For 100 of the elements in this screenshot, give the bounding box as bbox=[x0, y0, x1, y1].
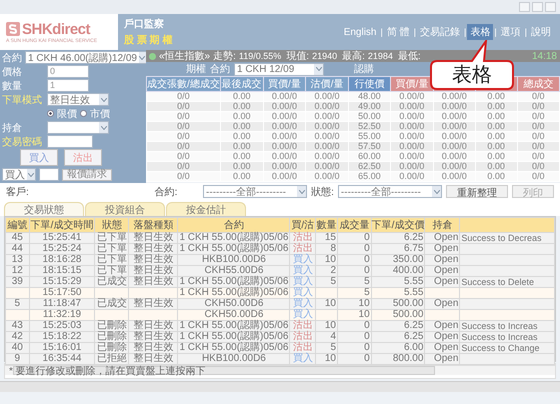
table-cell: 0/0 bbox=[146, 112, 220, 122]
table-cell: 42 bbox=[6, 332, 30, 342]
status-filter-dropdown[interactable]: ---------全部--------- bbox=[338, 185, 442, 198]
product-title: 股 票 期 權 bbox=[124, 34, 174, 47]
dropdown[interactable]: 整日生效 bbox=[47, 93, 109, 106]
table-cell: 39 bbox=[6, 276, 30, 288]
radio-button[interactable] bbox=[47, 110, 54, 117]
column-header: 下單/成交價 bbox=[371, 218, 425, 232]
column-header: 下單/成交時間 bbox=[29, 218, 95, 232]
tab[interactable]: 投資組合 bbox=[85, 202, 165, 216]
divider-text: | bbox=[464, 27, 466, 37]
table-cell: 13 bbox=[6, 254, 30, 266]
radio-label: 市價 bbox=[90, 108, 110, 120]
close-button[interactable] bbox=[545, 2, 556, 12]
divider-text: | bbox=[380, 27, 383, 37]
field-label: 持倉 bbox=[2, 122, 23, 134]
nav-link[interactable]: English bbox=[340, 26, 380, 38]
table-cell: 已刪除 bbox=[94, 332, 129, 342]
table-cell: 整日生效 bbox=[128, 298, 178, 310]
sell-button[interactable]: 沽出 bbox=[64, 149, 102, 166]
client-label: 客戶: bbox=[6, 186, 29, 198]
tab[interactable]: 按金估計 bbox=[166, 202, 246, 216]
table-cell: 0/0 bbox=[146, 152, 220, 162]
call-label: 認購 bbox=[354, 62, 374, 76]
field-label: 下單模式 bbox=[2, 94, 43, 106]
table-cell: Success to Change bbox=[460, 342, 554, 354]
field-label: 合約 bbox=[2, 52, 22, 64]
callout-text: 表格 bbox=[452, 64, 492, 86]
caret-icon bbox=[139, 56, 146, 60]
column-header: 沽價/量 bbox=[306, 76, 348, 92]
column-header: 持倉 bbox=[424, 218, 460, 232]
table-cell: 44 bbox=[6, 244, 30, 254]
table-cell: 1 CKH 55.00(認購)05/06 bbox=[178, 244, 290, 254]
table-cell bbox=[6, 310, 30, 320]
index-name: «恒生指數» bbox=[159, 50, 210, 63]
table-cell: 已下單 bbox=[94, 266, 129, 276]
input-field[interactable]: 1 bbox=[47, 79, 89, 92]
contract-filter-dropdown[interactable]: ---------全部--------- bbox=[203, 185, 308, 198]
table-cell: 0/0 bbox=[146, 92, 220, 102]
table-cell bbox=[6, 288, 30, 298]
contract-label: 合約 bbox=[210, 63, 230, 76]
refresh-button[interactable]: 重新整理 bbox=[446, 185, 508, 198]
table-cell: 買入 bbox=[290, 288, 316, 298]
table-cell: Success to Increas bbox=[460, 332, 554, 342]
divider-text: | bbox=[494, 27, 497, 37]
table-cell: Success to Increas bbox=[460, 320, 554, 332]
nav-link[interactable]: 简 體 bbox=[384, 24, 413, 40]
caret-icon bbox=[434, 190, 440, 194]
caret-icon bbox=[100, 98, 106, 102]
table-cell: 5 bbox=[6, 298, 30, 310]
table-cell: 已刪除 bbox=[94, 342, 129, 354]
table-cell: 0/0 bbox=[146, 102, 220, 112]
field-label: 數量 bbox=[2, 80, 23, 92]
table-cell: 整日生效 bbox=[128, 354, 178, 364]
column-header: 行使價 bbox=[348, 76, 391, 92]
table-cell: 1 CKH 55.00(認購)05/06 bbox=[178, 320, 290, 332]
divider-text: | bbox=[414, 27, 416, 37]
table-cell: 1 CKH 55.00(認購)05/06 bbox=[178, 288, 290, 298]
table-cell: 已成交 bbox=[94, 276, 129, 288]
horizontal-scrollbar[interactable] bbox=[5, 365, 555, 375]
table-cell: 買入 bbox=[290, 276, 316, 288]
input-field[interactable] bbox=[39, 168, 59, 181]
table-cell: HKB100.00D6 bbox=[178, 254, 290, 266]
status-label: 狀態: bbox=[311, 186, 334, 198]
column-header: 總成交 bbox=[517, 76, 560, 92]
quote-request-button[interactable]: 報價請求 bbox=[62, 168, 112, 180]
input-field[interactable] bbox=[47, 135, 93, 148]
table-cell: 買入 bbox=[290, 266, 316, 276]
ticker-value: 21984 bbox=[368, 51, 393, 61]
dropdown[interactable]: 1 CKH 46.00(認購)12/09 bbox=[25, 51, 147, 64]
buy-button[interactable]: 買入 bbox=[20, 149, 58, 166]
ticker-label: 現值: bbox=[286, 50, 310, 63]
minimize-button[interactable] bbox=[519, 2, 530, 12]
maximize-button[interactable] bbox=[532, 2, 543, 12]
table-cell: 已刪除 bbox=[94, 320, 129, 332]
column-header: 狀態 bbox=[94, 218, 129, 232]
table-cell: 整日生效 bbox=[128, 320, 178, 332]
nav-link[interactable]: 表格 bbox=[467, 24, 494, 40]
table-cell: 1 CKH 55.00(認購)05/06 bbox=[178, 342, 290, 354]
nav-link[interactable]: 說明 bbox=[528, 24, 554, 40]
nav-link[interactable]: 交易記錄 bbox=[416, 24, 463, 40]
table-cell: 整日生效 bbox=[128, 254, 178, 266]
tab[interactable]: 交易狀態 bbox=[4, 202, 84, 216]
side-dropdown[interactable]: 買入 bbox=[2, 168, 36, 181]
caret-icon bbox=[298, 190, 305, 194]
input-field[interactable]: 0 bbox=[47, 65, 89, 78]
nav-link[interactable]: 選項 bbox=[498, 24, 524, 40]
column-header: 買價/量 bbox=[263, 76, 306, 92]
column-header: 數量 bbox=[316, 218, 338, 232]
column-header: 合約 bbox=[178, 218, 290, 232]
field-label: 價格 bbox=[2, 66, 23, 78]
table-cell: 已下單 bbox=[94, 244, 129, 254]
table-cell: 整日生效 bbox=[128, 276, 178, 288]
radio-button[interactable] bbox=[80, 110, 87, 117]
options-label: 期權 bbox=[186, 62, 206, 76]
logo-icon bbox=[6, 22, 20, 36]
ticker-value: 119/0.55% bbox=[238, 51, 282, 61]
section-title: 戶口監察 bbox=[124, 18, 165, 31]
table-cell: 0/0 bbox=[146, 172, 220, 182]
contract-dropdown[interactable]: 1 CKH 12/09 bbox=[234, 62, 324, 76]
